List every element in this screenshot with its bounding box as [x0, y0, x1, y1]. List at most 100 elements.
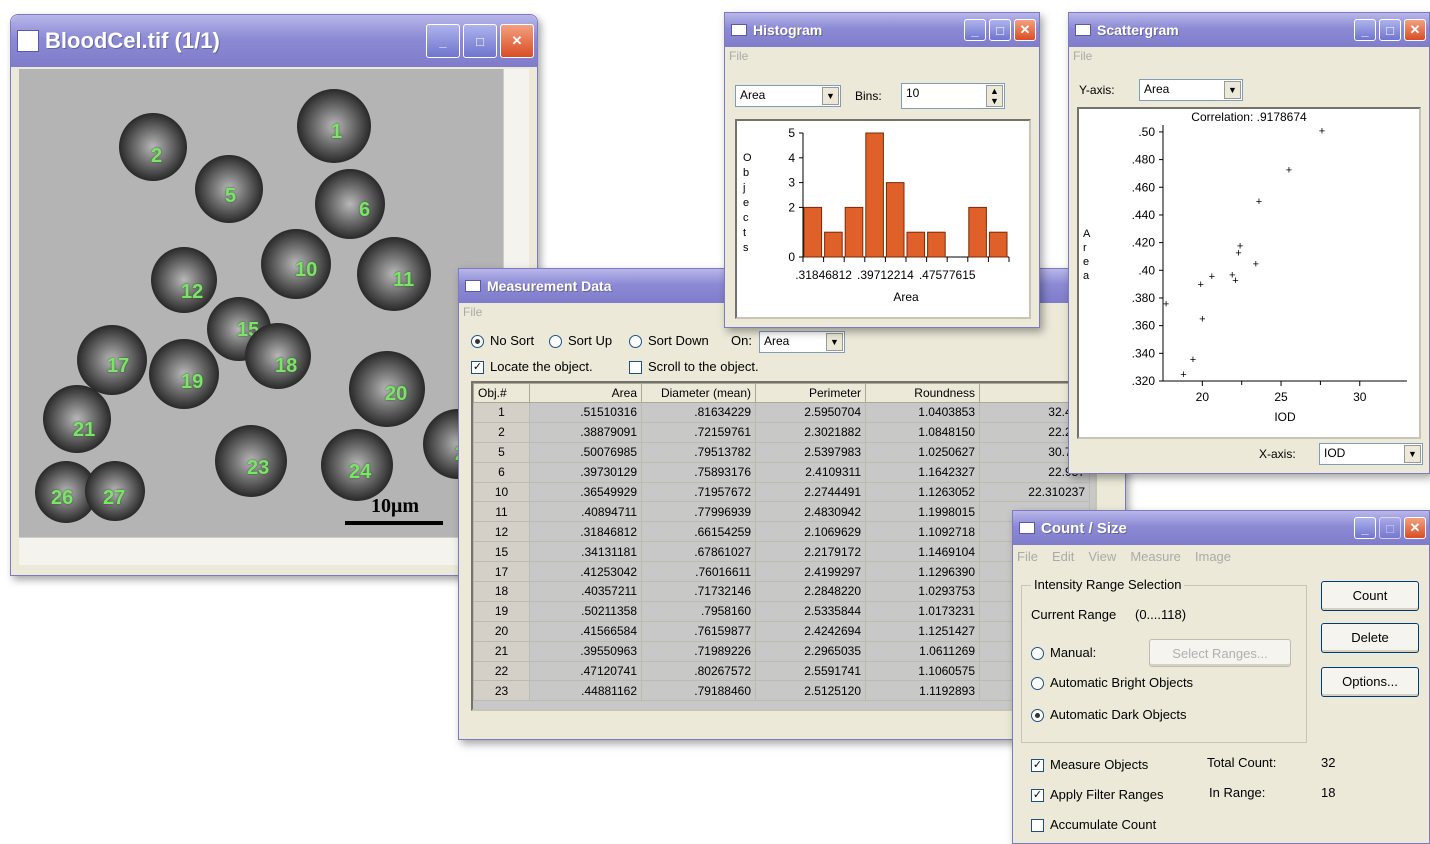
scroll-checkbox[interactable]: Scroll to the object.: [629, 359, 759, 375]
table-row[interactable]: 1.51510316.81634229 2.5950704 1.0403853 32.…: [473, 402, 1090, 423]
close-icon[interactable]: ✕: [1014, 19, 1036, 41]
table-cell: 2: [473, 421, 530, 443]
bins-label: Bins:: [855, 89, 882, 103]
menu-edit[interactable]: Edit: [1052, 549, 1074, 564]
table-cell: 1.1192893: [865, 680, 980, 702]
sort-down-radio[interactable]: Sort Down: [629, 333, 709, 349]
bins-stepper[interactable]: 10 ▲ ▼: [901, 83, 1005, 109]
menu-file[interactable]: File: [1073, 49, 1092, 63]
histogram-bar: [803, 206, 823, 258]
menu-bar: File Edit View Measure Image: [1017, 549, 1425, 564]
auto-bright-radio[interactable]: Automatic Bright Objects: [1031, 675, 1193, 691]
delete-button[interactable]: Delete: [1321, 623, 1419, 653]
maximize-icon[interactable]: □: [463, 24, 497, 58]
table-cell: 2.4242694: [755, 620, 866, 642]
menu-file[interactable]: File: [463, 305, 482, 319]
xaxis-select[interactable]: IOD ▼: [1319, 443, 1423, 465]
table-cell: 2.2179172: [755, 541, 866, 563]
cell-label: 20: [385, 383, 408, 405]
menu-view[interactable]: View: [1088, 549, 1116, 564]
y-tick-label: 0: [788, 250, 795, 264]
scattergram-window: Scattergram _ □ ✕ File Y-axis: Area ▼ Cor…: [1068, 12, 1430, 474]
cell-label: 11: [393, 269, 415, 291]
sort-up-radio[interactable]: Sort Up: [549, 333, 612, 349]
window-icon: [731, 24, 747, 36]
table-row[interactable]: 5.50076985.79513782 2.5397983 1.0250627 30.…: [473, 441, 1090, 463]
locate-checkbox[interactable]: ✓ Locate the object.: [471, 359, 593, 375]
spin-icon[interactable]: ▲ ▼: [986, 85, 1003, 107]
table-cell: 12: [473, 521, 530, 543]
apply-filter-checkbox[interactable]: ✓ Apply Filter Ranges: [1031, 787, 1164, 803]
bloodcel-titlebar[interactable]: BloodCel.tif (1/1) _ □ ✕: [11, 15, 537, 67]
column-header[interactable]: Roundness: [865, 383, 980, 403]
column-header[interactable]: Obj.#: [473, 383, 530, 403]
scattergram-titlebar[interactable]: Scattergram _ □ ✕: [1069, 13, 1429, 47]
x-tick-label: 30: [1353, 390, 1367, 404]
close-icon[interactable]: ✕: [500, 24, 534, 58]
measurement-table: Obj.# Area Diameter (mean) Perimeter Roundne…: [473, 383, 1090, 702]
column-header[interactable]: Diameter (mean): [641, 383, 756, 403]
x-tick-label: 25: [1274, 390, 1288, 404]
maximize-icon[interactable]: □: [989, 19, 1011, 41]
minimize-icon[interactable]: _: [1354, 517, 1376, 539]
table-row[interactable]: 19.50211358.7958160 2.5335844 1.0173231: [473, 600, 1090, 622]
close-icon[interactable]: ✕: [1404, 517, 1426, 539]
scatter-point: +: [1319, 126, 1325, 138]
menu-file[interactable]: File: [1017, 549, 1038, 564]
table-row[interactable]: 21.39550963.71989226 2.2965035 1.0611269: [473, 640, 1090, 662]
countsize-titlebar[interactable]: Count / Size _ □ ✕: [1013, 511, 1429, 545]
table-row[interactable]: 10.36549929.71957672 2.2744491 1.1263052 22…: [473, 481, 1090, 503]
minimize-icon[interactable]: _: [964, 19, 986, 41]
table-cell: 1.1060575: [865, 660, 980, 682]
countsize-window: Count / Size _ □ ✕ File Edit View Measur…: [1012, 510, 1430, 844]
checkbox-label: Apply Filter Ranges: [1050, 787, 1164, 802]
chevron-down-icon: ▼: [822, 87, 839, 105]
table-row[interactable]: 22.47120741.80267572 2.5591741 1.1060575: [473, 660, 1090, 682]
table-row[interactable]: 11.40894711.77996939 2.4830942 1.1998015: [473, 501, 1090, 523]
measure-objects-checkbox[interactable]: ✓ Measure Objects: [1031, 757, 1148, 773]
table-row[interactable]: 12.31846812.66154259 2.1069629 1.1092718: [473, 521, 1090, 543]
y-tick-label: 4: [788, 151, 795, 165]
table-cell: .39550963: [529, 640, 642, 662]
auto-dark-radio[interactable]: Automatic Dark Objects: [1031, 707, 1187, 723]
checkbox-label: Locate the object.: [490, 359, 593, 374]
table-row[interactable]: 20.41566584.76159877 2.4242694 1.1251427: [473, 620, 1090, 642]
accumulate-checkbox[interactable]: Accumulate Count: [1031, 817, 1156, 833]
column-header[interactable]: Area: [529, 383, 642, 403]
histogram-titlebar[interactable]: Histogram _ □ ✕: [725, 13, 1039, 47]
close-icon[interactable]: ✕: [1404, 19, 1426, 41]
table-row[interactable]: 6.39730129.75893176 2.4109311 1.1642327 22.…: [473, 461, 1090, 483]
count-button[interactable]: Count: [1321, 581, 1419, 611]
radio-label: Sort Down: [648, 333, 709, 348]
table-row[interactable]: 18.40357211.71732146 2.2848220 1.0293753: [473, 581, 1090, 602]
histogram-measure-select[interactable]: Area ▼: [735, 85, 841, 107]
table-cell: .71957672: [641, 481, 756, 503]
maximize-icon[interactable]: □: [1379, 19, 1401, 41]
minimize-icon[interactable]: _: [426, 24, 460, 58]
horizontal-scrollbar[interactable]: [19, 537, 529, 565]
menu-image[interactable]: Image: [1195, 549, 1231, 564]
menu-file[interactable]: File: [729, 49, 748, 63]
table-cell: .47120741: [529, 660, 642, 682]
table-row[interactable]: 23.44881162.79188460 2.5125120 1.1192893: [473, 680, 1090, 702]
no-sort-radio[interactable]: No Sort: [471, 333, 534, 349]
options-button[interactable]: Options...: [1321, 667, 1419, 697]
manual-radio[interactable]: Manual:: [1031, 645, 1097, 661]
window-title: Scattergram: [1097, 22, 1179, 38]
table-cell: 18: [473, 581, 530, 602]
table-row[interactable]: 17.41253042.76016611 2.4199297 1.1296390: [473, 561, 1090, 583]
yaxis-select[interactable]: Area ▼: [1139, 79, 1243, 101]
xaxis-label: X-axis:: [1259, 447, 1296, 461]
y-tick-label: .340: [1132, 346, 1156, 360]
menu-measure[interactable]: Measure: [1130, 549, 1181, 564]
select-ranges-button[interactable]: Select Ranges...: [1149, 639, 1291, 667]
sort-field-select[interactable]: Area ▼: [759, 331, 845, 353]
x-axis-label: Area: [893, 290, 919, 304]
maximize-icon[interactable]: □: [1379, 517, 1401, 539]
in-range-value: 18: [1321, 785, 1336, 800]
table-row[interactable]: 2.38879091.72159761 2.3021882 1.0848150 22.…: [473, 421, 1090, 443]
table-row[interactable]: 15.34131181.67861027 2.2179172 1.1469104: [473, 541, 1090, 563]
minimize-icon[interactable]: _: [1354, 19, 1376, 41]
radio-label: Manual:: [1050, 645, 1097, 660]
column-header[interactable]: Perimeter: [755, 383, 866, 403]
